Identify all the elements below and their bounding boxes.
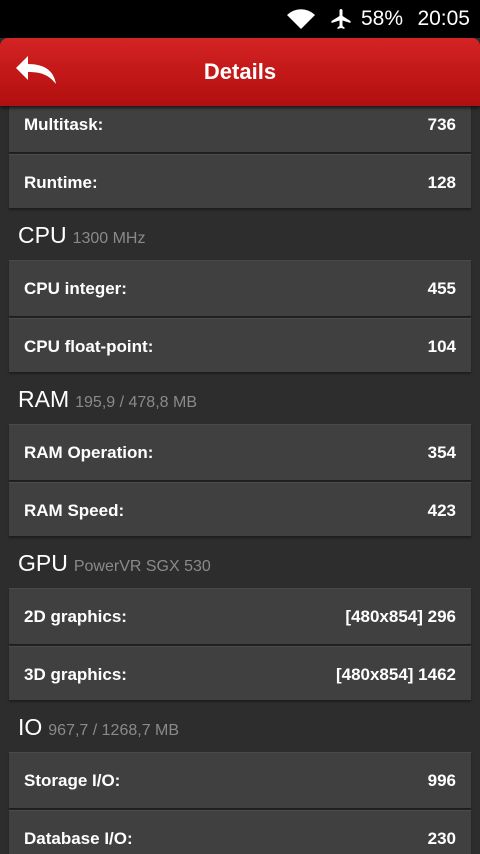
list-item: RAM Speed: 423 <box>9 482 471 536</box>
row-label: Storage I/O: <box>24 771 121 790</box>
battery-percentage: 58% <box>361 7 404 30</box>
list-item: Database I/O: 230 <box>9 810 471 854</box>
row-label: CPU float-point: <box>24 337 154 356</box>
clock: 20:05 <box>417 7 470 30</box>
row-label: 3D graphics: <box>24 665 127 684</box>
row-value: [480x854] 296 <box>345 607 456 626</box>
list-item: Storage I/O: 996 <box>9 752 471 808</box>
list-item: 2D graphics: [480x854] 296 <box>9 588 471 644</box>
row-label: 2D graphics: <box>24 607 127 626</box>
row-label: CPU integer: <box>24 279 127 298</box>
section-header-cpu: CPU 1300 MHz <box>18 222 145 249</box>
row-value-multitask: 736 <box>427 115 456 134</box>
list-item: Multitask: 736 <box>9 106 471 152</box>
airplane-mode-icon <box>331 9 351 29</box>
row-value: 996 <box>427 771 456 790</box>
section-subtitle: PowerVR SGX 530 <box>73 558 211 575</box>
section-header-io: IO 967,7 / 1268,7 MB <box>18 714 179 741</box>
list-item: CPU float-point: 104 <box>9 318 471 372</box>
row-value: 230 <box>427 829 456 848</box>
list-item: RAM Operation: 354 <box>9 424 471 480</box>
section-title: IO <box>18 714 43 740</box>
screen: 58% 20:05 Details Multitask: 736 Runtime… <box>0 0 480 854</box>
row-value: 354 <box>427 443 456 462</box>
app-header: Details <box>0 38 480 106</box>
section-title: GPU <box>18 550 68 576</box>
section-header-gpu: GPU PowerVR SGX 530 <box>18 550 211 577</box>
list-item: Runtime: 128 <box>9 154 471 208</box>
row-value-runtime: 128 <box>427 173 456 192</box>
row-value: 104 <box>427 337 456 356</box>
row-value: [480x854] 1462 <box>335 665 456 684</box>
list-item: 3D graphics: [480x854] 1462 <box>9 646 471 700</box>
section-subtitle: 967,7 / 1268,7 MB <box>48 722 180 739</box>
details-list[interactable]: Multitask: 736 Runtime: 128 CPU 1300 MHz … <box>0 106 480 854</box>
page-title: Details <box>203 59 277 84</box>
status-bar: 58% 20:05 <box>0 0 480 38</box>
section-title: CPU <box>18 222 67 248</box>
list-item: CPU integer: 455 <box>9 260 471 316</box>
row-label: RAM Speed: <box>24 501 125 520</box>
section-subtitle: 1300 MHz <box>72 230 146 247</box>
row-label-runtime: Runtime: <box>24 173 98 192</box>
row-label-multitask: Multitask: <box>24 115 104 134</box>
section-header-ram: RAM 195,9 / 478,8 MB <box>18 386 197 413</box>
row-value: 423 <box>427 501 456 520</box>
row-label: RAM Operation: <box>24 443 154 462</box>
wifi-icon <box>287 9 315 29</box>
row-value: 455 <box>427 279 456 298</box>
section-subtitle: 195,9 / 478,8 MB <box>75 394 197 411</box>
section-title: RAM <box>18 386 70 412</box>
row-label: Database I/O: <box>24 829 133 848</box>
